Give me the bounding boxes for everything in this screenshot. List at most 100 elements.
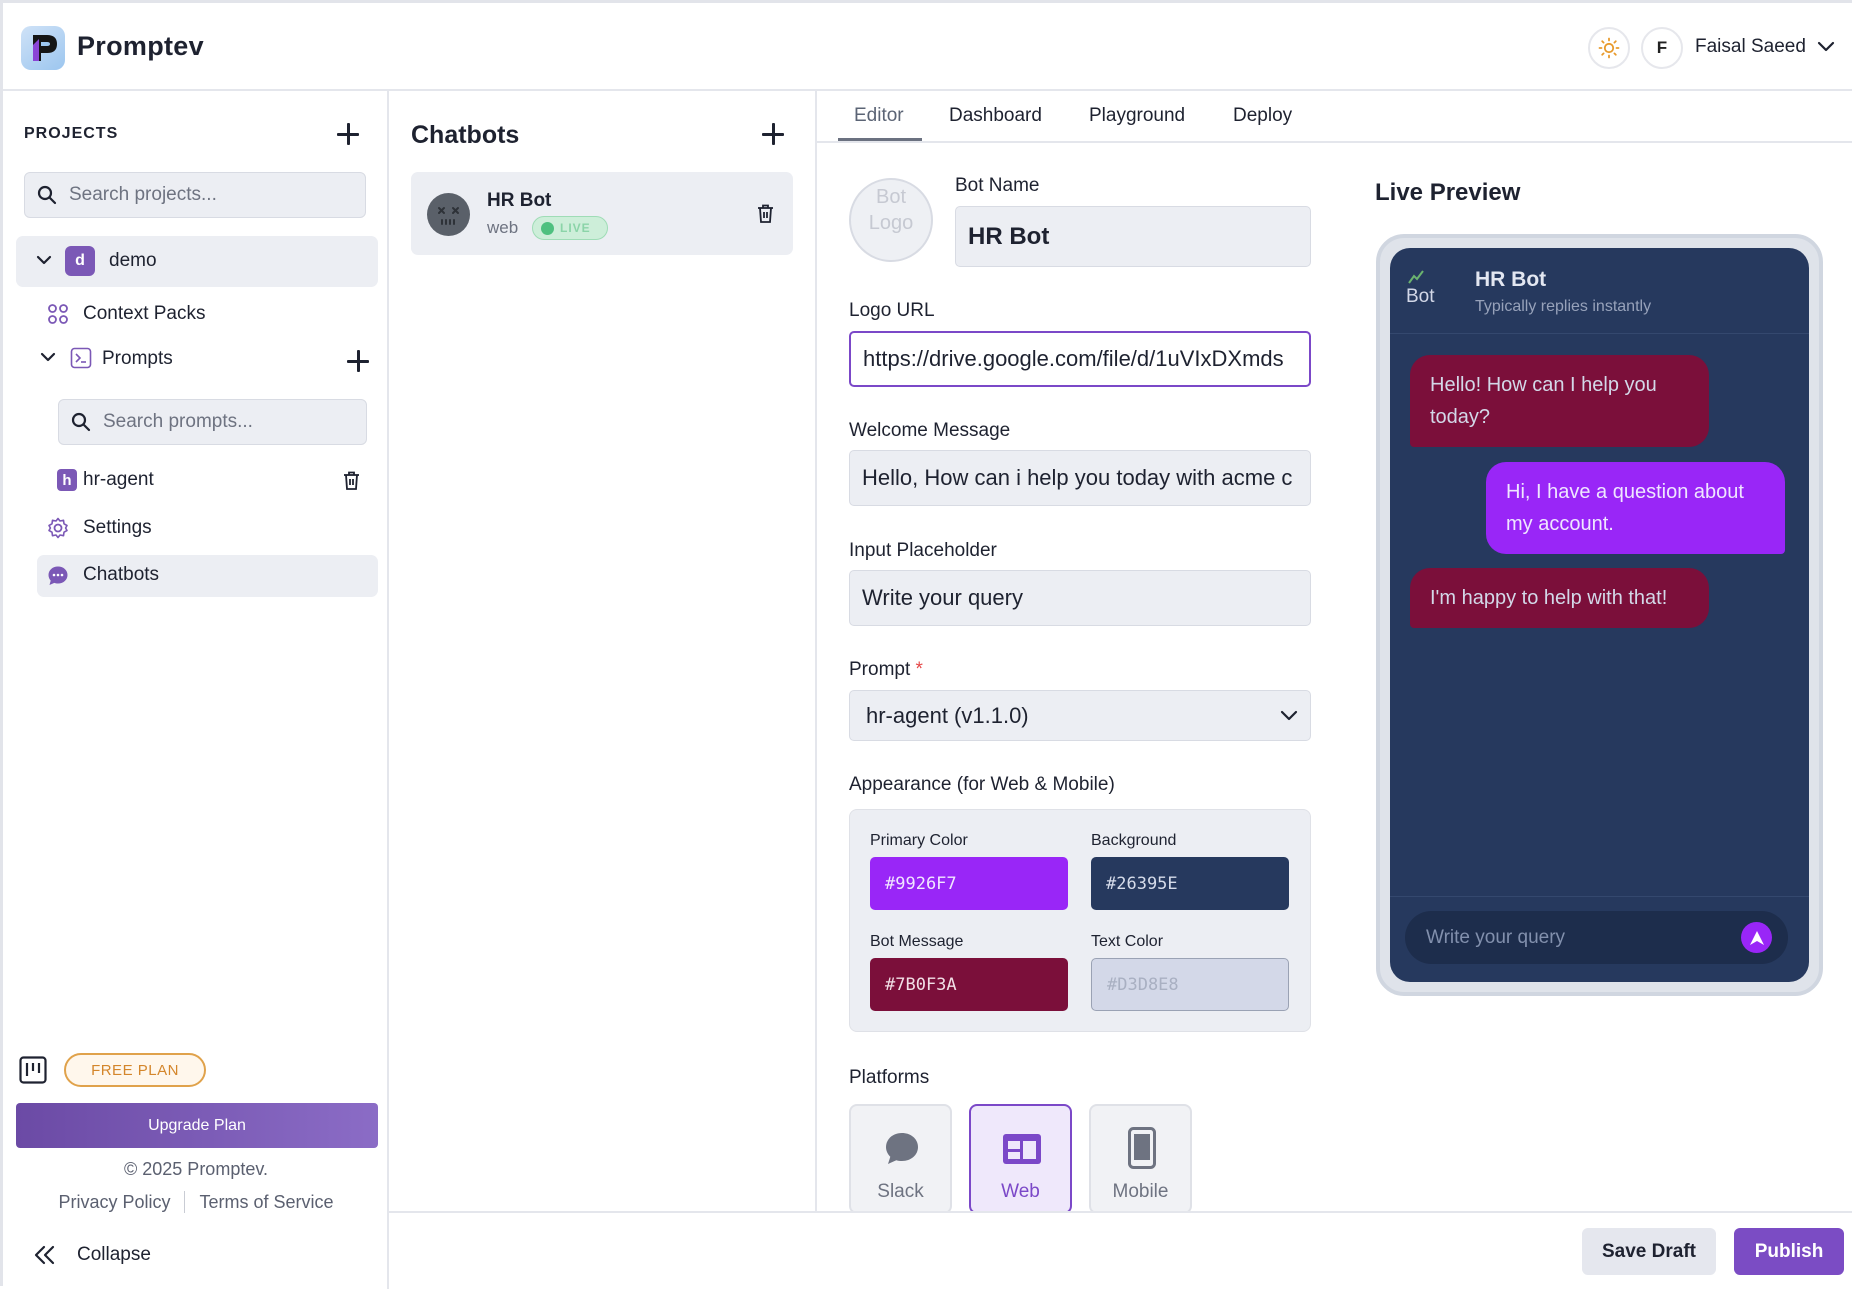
chat-bubble-icon	[48, 566, 68, 585]
sun-icon	[1598, 37, 1620, 59]
prompt-name: hr-agent	[83, 469, 154, 490]
project-name: demo	[109, 250, 157, 271]
chatbots-title: Chatbots	[411, 121, 520, 149]
send-button[interactable]	[1741, 922, 1772, 953]
privacy-policy-link[interactable]: Privacy Policy	[58, 1192, 170, 1213]
platform-mobile[interactable]: Mobile	[1089, 1104, 1192, 1214]
prompt-select-value: hr-agent (v1.1.0)	[866, 702, 1029, 728]
sidebar-item-label: Context Packs	[83, 303, 206, 324]
live-status-badge: LIVE	[532, 216, 608, 240]
text-color-label: Text Color	[1091, 933, 1164, 950]
search-projects-input[interactable]: Search projects...	[24, 172, 366, 218]
chevron-down-icon	[1280, 710, 1298, 721]
input-placeholder-field[interactable]: Write your query	[849, 570, 1311, 626]
search-icon	[37, 185, 57, 205]
bot-message-bubble: I'm happy to help with that!	[1410, 568, 1709, 628]
phone-preview: Bot HR Bot Typically replies instantly H…	[1376, 234, 1823, 996]
prompt-badge: h	[57, 469, 77, 491]
bot-message-color-input[interactable]: #7B0F3A	[870, 958, 1068, 1011]
chat-widget-footer: Write your query	[1390, 896, 1809, 982]
add-chatbot-button[interactable]	[762, 123, 784, 145]
search-projects-placeholder: Search projects...	[69, 184, 217, 205]
save-draft-button[interactable]: Save Draft	[1582, 1228, 1716, 1275]
add-prompt-button[interactable]	[347, 350, 369, 372]
chatbots-panel: Chatbots HR Bot web LIVE	[389, 91, 817, 1213]
chevron-down-icon[interactable]	[36, 255, 52, 266]
platform-label: Slack	[877, 1181, 924, 1202]
grid-icon	[48, 304, 68, 324]
add-project-button[interactable]	[337, 123, 359, 145]
preview-subtitle: Typically replies instantly	[1475, 298, 1652, 315]
logo-url-label: Logo URL	[849, 300, 935, 321]
tab-playground[interactable]: Playground	[1089, 105, 1185, 127]
user-name[interactable]: Faisal Saeed	[1695, 36, 1806, 58]
footer-links: Privacy Policy Terms of Service	[3, 1191, 389, 1213]
editor-tabs: Editor Dashboard Playground Deploy	[817, 91, 1852, 143]
prompt-label: Prompt *	[849, 659, 923, 681]
bot-name-field[interactable]: HR Bot	[955, 206, 1311, 267]
background-color-input[interactable]: #26395E	[1091, 857, 1289, 910]
chevron-down-icon[interactable]	[40, 352, 56, 363]
bot-logo-image[interactable]: Bot Logo	[849, 178, 933, 262]
theme-toggle-button[interactable]	[1588, 27, 1630, 69]
browser-layout-icon	[1003, 1134, 1041, 1164]
search-prompts-placeholder: Search prompts...	[103, 411, 253, 432]
search-icon	[71, 412, 91, 432]
trash-icon[interactable]	[343, 471, 360, 490]
preview-input-placeholder: Write your query	[1426, 926, 1566, 948]
text-color-input[interactable]: #D3D8E8	[1091, 958, 1289, 1011]
sidebar-item-label: Chatbots	[83, 564, 160, 585]
sidebar-item-label: Settings	[83, 517, 152, 538]
tab-editor[interactable]: Editor	[854, 105, 904, 127]
publish-button[interactable]: Publish	[1734, 1228, 1844, 1275]
broken-image-icon	[1408, 270, 1424, 284]
platforms-label: Platforms	[849, 1067, 930, 1088]
sidebar-item-chatbots[interactable]: Chatbots	[37, 555, 378, 597]
collapse-sidebar-button[interactable]: Collapse	[33, 1244, 151, 1266]
platform-slack[interactable]: Slack	[849, 1104, 952, 1214]
bot-name-label: Bot Name	[955, 175, 1040, 196]
prompt-select[interactable]: hr-agent (v1.1.0)	[849, 690, 1311, 741]
welcome-message-label: Welcome Message	[849, 420, 1011, 441]
search-prompts-input[interactable]: Search prompts...	[58, 399, 367, 445]
promptev-logo-icon[interactable]	[21, 26, 65, 70]
primary-color-label: Primary Color	[870, 832, 968, 849]
bot-logo-image: Bot	[1406, 268, 1446, 312]
prompt-label-text: Prompt	[849, 659, 911, 680]
chatbot-name: HR Bot	[487, 190, 552, 211]
tab-dashboard[interactable]: Dashboard	[949, 105, 1042, 127]
logo-url-field[interactable]: https://drive.google.com/file/d/1uVIxDXm…	[849, 331, 1311, 387]
terms-of-service-link[interactable]: Terms of Service	[199, 1192, 333, 1213]
preview-chat-input[interactable]: Write your query	[1405, 911, 1788, 964]
terminal-icon	[70, 347, 92, 369]
trash-icon[interactable]	[757, 204, 774, 223]
chatbot-card[interactable]: HR Bot web LIVE	[411, 172, 793, 255]
project-item-demo[interactable]: d demo	[16, 236, 378, 287]
primary-color-input[interactable]: #9926F7	[870, 857, 1068, 910]
app-window: Promptev F Faisal Saeed PROJECTS Search …	[0, 0, 1852, 1289]
platform-label: Mobile	[1112, 1181, 1169, 1202]
kanban-icon[interactable]	[19, 1056, 47, 1084]
project-badge: d	[65, 246, 95, 276]
send-arrow-icon	[1749, 930, 1764, 945]
bot-message-bubble: Hello! How can I help you today?	[1410, 355, 1709, 447]
user-avatar[interactable]: F	[1641, 27, 1683, 69]
upgrade-plan-button[interactable]: Upgrade Plan	[16, 1103, 378, 1148]
platform-label: Web	[1001, 1181, 1040, 1202]
active-tab-indicator	[838, 138, 922, 141]
status-label: LIVE	[560, 221, 591, 235]
chat-icon	[886, 1133, 918, 1164]
background-color-label: Background	[1091, 832, 1177, 849]
platform-web[interactable]: Web	[969, 1104, 1072, 1214]
appearance-panel: Primary Color #9926F7 Background #26395E…	[849, 809, 1311, 1032]
chevron-down-icon[interactable]	[1817, 41, 1835, 53]
bot-message-color-label: Bot Message	[870, 933, 964, 950]
welcome-message-field[interactable]: Hello, How can i help you today with acm…	[849, 450, 1311, 506]
appearance-label: Appearance (for Web & Mobile)	[849, 774, 1115, 795]
tab-deploy[interactable]: Deploy	[1233, 105, 1292, 127]
required-marker: *	[915, 659, 923, 680]
preview-bot-name: HR Bot	[1475, 268, 1547, 291]
projects-heading: PROJECTS	[24, 125, 119, 142]
chatbot-platform: web	[487, 218, 519, 237]
user-message-bubble: Hi, I have a question about my account.	[1486, 462, 1785, 554]
